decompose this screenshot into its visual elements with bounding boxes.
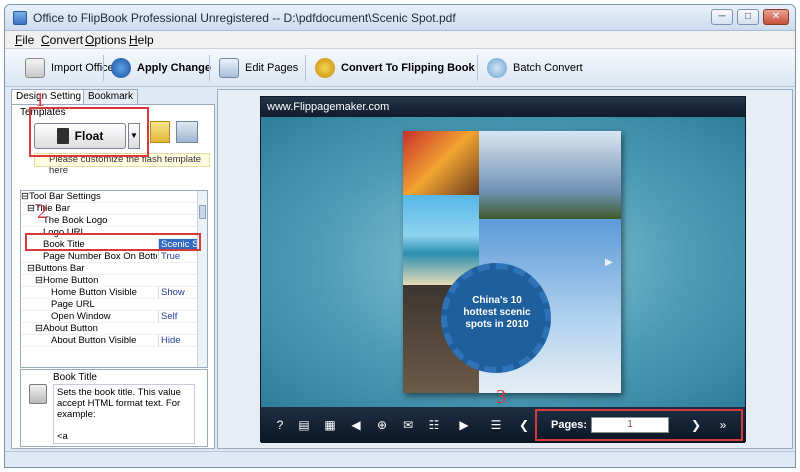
- description-title: Book Title: [53, 372, 97, 383]
- property-row[interactable]: ⊟Tool Bar Settings: [21, 191, 199, 203]
- viewer-toolbar: ? ▤ ▦ ◀ ⊕ ✉ ☷ ▶ ☰ ❮ Pages: 1 ❯ »: [261, 407, 745, 443]
- template-select-button[interactable]: Float: [34, 123, 126, 149]
- property-scrollbar[interactable]: [197, 191, 207, 367]
- apply-change-label: Apply Change: [137, 62, 211, 74]
- menu-help[interactable]: Help: [129, 33, 154, 47]
- tab-bookmark[interactable]: Bookmark: [83, 89, 139, 105]
- import-icon: [25, 58, 45, 78]
- title-bar: Office to FlipBook Professional Unregist…: [5, 5, 795, 31]
- window-title: Office to FlipBook Professional Unregist…: [33, 11, 456, 25]
- convert-button[interactable]: Convert To Flipping Book: [315, 55, 475, 81]
- menu-bar: File Convert Options Help: [5, 31, 795, 49]
- annotation-number-1: 1: [35, 89, 45, 111]
- template-dropdown-button[interactable]: ▼: [128, 123, 140, 149]
- template-hint: Please customize the flash template here: [34, 153, 210, 176]
- batch-icon: [487, 58, 507, 78]
- description-box: Book Title Sets the book title. This val…: [20, 369, 208, 447]
- description-text: Sets the book title. This value accept H…: [53, 384, 195, 444]
- thumbnails-icon[interactable]: ▦: [323, 418, 337, 432]
- scrollbar-thumb[interactable]: [199, 205, 206, 219]
- design-setting-body: Templates Float ▼ Please customize the f…: [11, 104, 215, 449]
- autumn-photo: [403, 131, 479, 195]
- save-template-icon[interactable]: [150, 121, 170, 143]
- edit-pages-label: Edit Pages: [245, 62, 299, 74]
- load-template-icon[interactable]: [176, 121, 198, 143]
- preview-area: www.Flippagemaker.com China's 10 hottest…: [217, 89, 793, 449]
- property-row[interactable]: The Book Logo: [21, 215, 199, 227]
- book-icon: [56, 128, 69, 144]
- annotation-number-3: 3: [496, 386, 506, 408]
- close-button[interactable]: ✕: [763, 9, 789, 25]
- property-row[interactable]: Logo URL: [21, 227, 199, 239]
- toolbar: Import Office Apply Change Edit Pages Co…: [5, 49, 795, 87]
- batch-convert-label: Batch Convert: [513, 62, 583, 74]
- batch-convert-button[interactable]: Batch Convert: [487, 55, 583, 81]
- toolbar-separator: [305, 55, 306, 81]
- next-page-arrow[interactable]: ▶: [605, 257, 613, 268]
- property-row[interactable]: ⊟Title Bar: [21, 203, 199, 215]
- sound-icon[interactable]: ◀: [349, 418, 363, 432]
- edit-pages-icon: [219, 58, 239, 78]
- menu-convert[interactable]: Convert: [41, 33, 83, 47]
- refresh-icon: [111, 58, 131, 78]
- email-icon[interactable]: ✉: [401, 418, 415, 432]
- autoplay-icon[interactable]: ▶: [457, 418, 471, 432]
- pagoda-photo: [479, 131, 621, 219]
- database-icon: [29, 384, 47, 404]
- viewer-title: www.Flippagemaker.com: [261, 97, 745, 117]
- property-row[interactable]: Open Window Self: [21, 311, 199, 323]
- app-icon: [13, 11, 27, 25]
- book-caption: China's 10 hottest scenic spots in 2010: [463, 295, 531, 330]
- previous-page-icon[interactable]: ❮: [517, 418, 531, 432]
- menu-options[interactable]: Options: [85, 33, 126, 47]
- import-office-button[interactable]: Import Office: [25, 55, 114, 81]
- apply-change-button[interactable]: Apply Change: [111, 55, 211, 81]
- convert-label: Convert To Flipping Book: [341, 62, 475, 74]
- property-grid: ⊟Tool Bar Settings ⊟Title Bar The Book L…: [20, 190, 208, 368]
- print-icon[interactable]: ▤: [297, 418, 311, 432]
- property-row-book-title[interactable]: Book TitleScenic Spot: [21, 239, 199, 251]
- next-page-icon[interactable]: ❯: [689, 418, 703, 432]
- page-number-input[interactable]: 1: [591, 417, 669, 433]
- property-row[interactable]: ⊟About Button: [21, 323, 199, 335]
- property-row[interactable]: ⊟Home Button: [21, 275, 199, 287]
- menu-file[interactable]: File: [15, 33, 34, 47]
- app-window: Office to FlipBook Professional Unregist…: [4, 4, 796, 468]
- toolbar-separator: [209, 55, 210, 81]
- help-icon[interactable]: ?: [273, 418, 287, 432]
- book-stage: China's 10 hottest scenic spots in 2010 …: [261, 117, 745, 407]
- share-icon[interactable]: ☷: [427, 418, 441, 432]
- property-row[interactable]: ⊟Buttons Bar: [21, 263, 199, 275]
- toolbar-separator: [477, 55, 478, 81]
- property-row-page-number-box[interactable]: Page Number Box On Bottom True: [21, 251, 199, 263]
- template-name: Float: [74, 129, 104, 143]
- last-page-icon[interactable]: »: [713, 418, 733, 432]
- property-row[interactable]: Home Button Visible Show: [21, 287, 199, 299]
- toolbar-separator: [103, 55, 104, 81]
- minimize-button[interactable]: ─: [711, 9, 733, 25]
- gear-icon: [315, 58, 335, 78]
- maximize-button[interactable]: □: [737, 9, 759, 25]
- templates-group: Templates Float ▼ Please customize the f…: [16, 107, 210, 179]
- pages-label: Pages:: [551, 419, 588, 431]
- property-row[interactable]: About Button Visible Hide: [21, 335, 199, 347]
- tab-design-setting[interactable]: Design Setting: [11, 89, 87, 105]
- annotation-number-2: 2: [37, 201, 47, 223]
- edit-pages-button[interactable]: Edit Pages: [219, 55, 298, 81]
- property-row[interactable]: Page URL: [21, 299, 199, 311]
- status-bar: [5, 451, 795, 467]
- zoom-in-icon[interactable]: ⊕: [375, 418, 389, 432]
- bookmark-icon[interactable]: ☰: [489, 418, 503, 432]
- settings-panel: Design Setting Bookmark Templates Float …: [11, 89, 215, 449]
- book-page[interactable]: China's 10 hottest scenic spots in 2010: [403, 131, 621, 393]
- import-office-label: Import Office: [51, 62, 114, 74]
